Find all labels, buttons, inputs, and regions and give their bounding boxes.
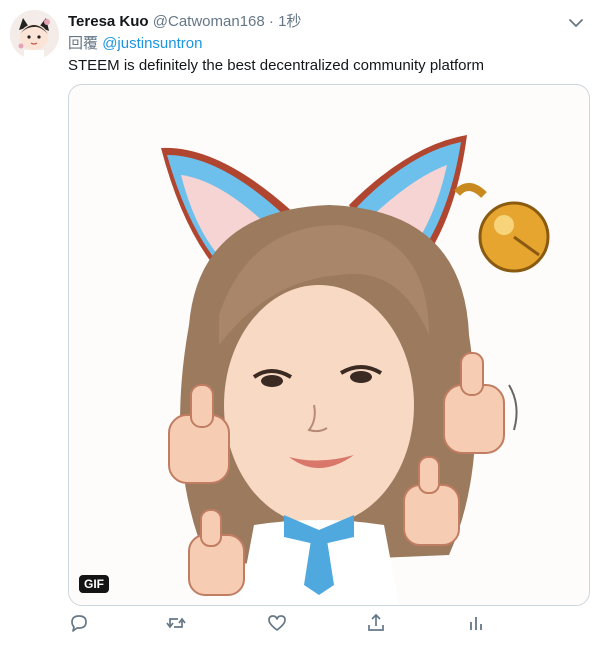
user-handle[interactable]: @Catwoman168 bbox=[153, 13, 265, 30]
share-icon[interactable] bbox=[365, 612, 387, 634]
chevron-down-icon[interactable] bbox=[567, 14, 585, 32]
reply-prefix: 回覆 bbox=[68, 35, 99, 52]
reply-icon[interactable] bbox=[68, 612, 90, 634]
timestamp[interactable]: 1秒 bbox=[278, 13, 301, 30]
display-name[interactable]: Teresa Kuo bbox=[68, 13, 149, 30]
reply-to-link[interactable]: @justinsuntron bbox=[102, 35, 202, 52]
heart-icon[interactable] bbox=[266, 612, 288, 634]
gif-illustration bbox=[161, 135, 550, 605]
gif-badge: GIF bbox=[79, 575, 109, 593]
tweet-text: STEEM is definitely the best decentraliz… bbox=[68, 57, 485, 74]
separator-dot: · bbox=[268, 13, 274, 30]
gif-media[interactable]: GIF bbox=[68, 84, 590, 606]
tweet-header: Teresa Kuo @Catwoman168 · 1秒 bbox=[68, 12, 301, 32]
tweet-actions bbox=[68, 612, 588, 636]
analytics-icon[interactable] bbox=[465, 612, 487, 634]
reply-context: 回覆 @justinsuntron bbox=[68, 34, 202, 54]
retweet-icon[interactable] bbox=[165, 612, 187, 634]
avatar[interactable] bbox=[10, 10, 59, 59]
